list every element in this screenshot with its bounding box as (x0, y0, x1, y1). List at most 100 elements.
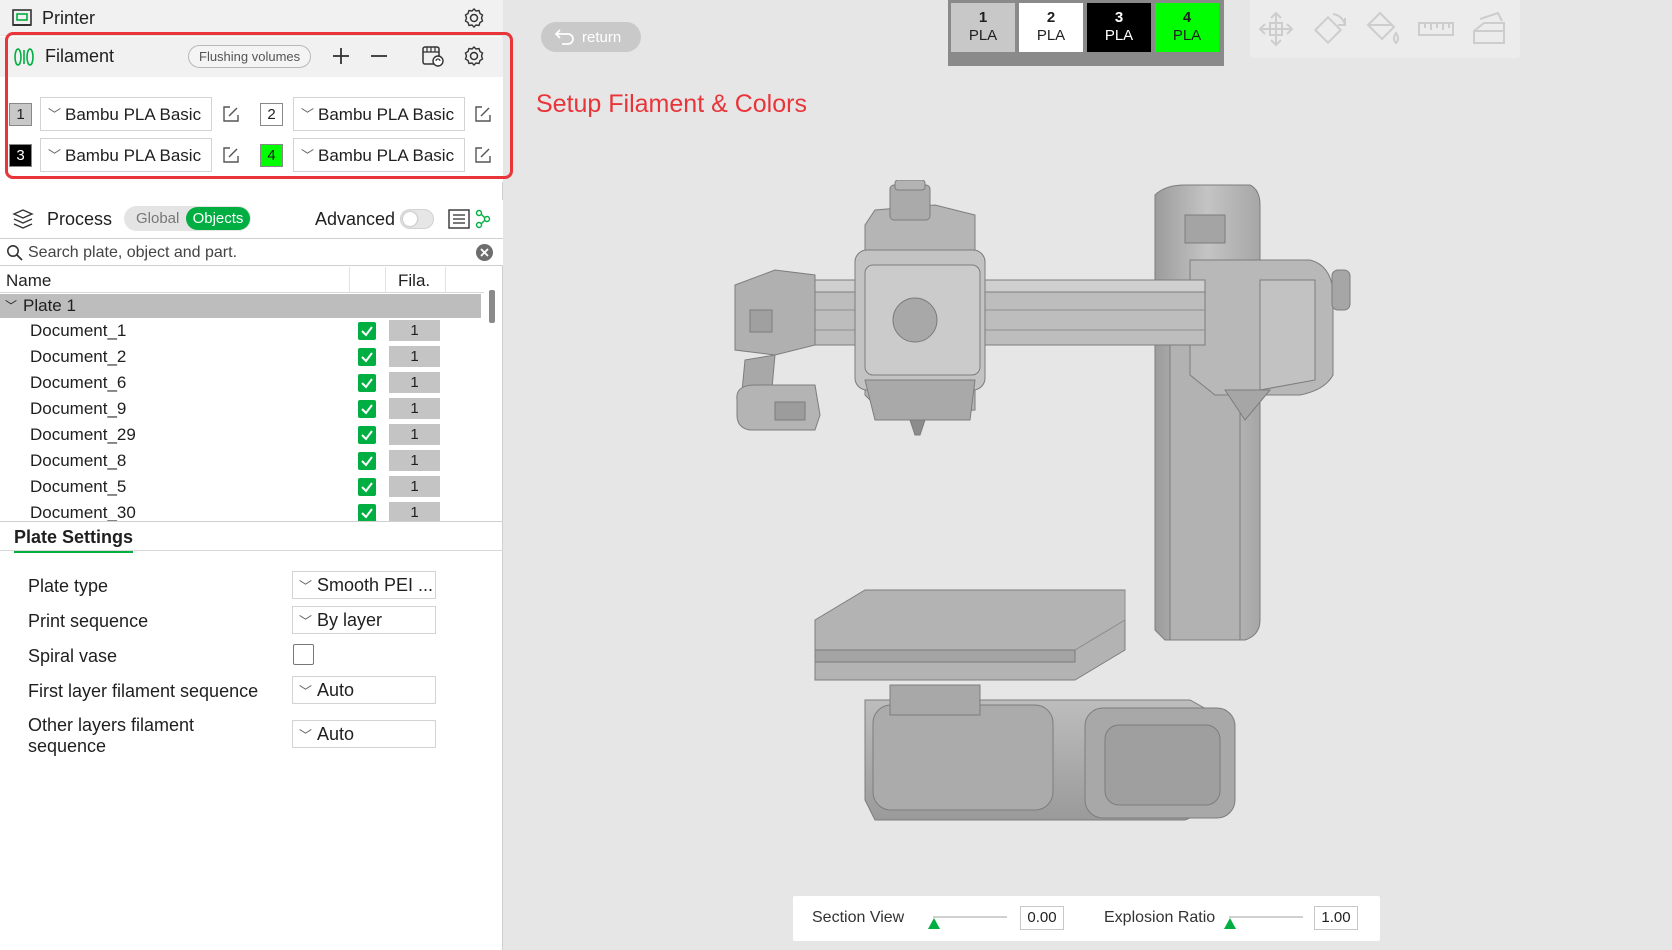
print-sequence-select[interactable]: ﹀ By layer (292, 606, 436, 634)
filament-settings-gear-icon[interactable] (463, 45, 485, 67)
paint-bucket-icon[interactable] (1362, 9, 1402, 49)
filament-slot-2-name: Bambu PLA Basic (318, 105, 455, 124)
object-name: Document_29 (30, 425, 136, 444)
explosion-ratio-slider-track[interactable] (1229, 916, 1303, 918)
add-filament-plus-icon[interactable] (331, 46, 351, 66)
table-row[interactable]: Document_29 1 (0, 422, 484, 448)
seg-global-button[interactable]: Global (136, 210, 179, 227)
move-icon[interactable] (1256, 9, 1296, 49)
object-visible-checkbox[interactable] (358, 478, 376, 496)
advanced-toggle[interactable] (400, 209, 434, 229)
sidebar: Printer Filament Flushing volumes 1 ﹀ Ba… (0, 0, 503, 950)
table-row[interactable]: Document_30 1 (0, 500, 484, 521)
filament-slot-2-select[interactable]: ﹀ Bambu PLA Basic (293, 97, 465, 131)
object-visible-checkbox[interactable] (358, 374, 376, 392)
object-visible-checkbox[interactable] (358, 426, 376, 444)
filament-slot-1-edit-icon[interactable] (221, 104, 241, 124)
object-filament-select[interactable]: 1 (389, 424, 440, 445)
section-view-slider-thumb[interactable] (928, 918, 940, 929)
swatch-2[interactable]: 2 PLA (1019, 3, 1083, 52)
check-icon (361, 326, 373, 337)
object-filament-select[interactable]: 1 (389, 320, 440, 341)
chevron-down-icon[interactable]: ﹀ (5, 297, 17, 314)
table-row[interactable]: Document_2 1 (0, 344, 484, 370)
object-filament-select[interactable]: 1 (389, 502, 440, 521)
column-divider (385, 267, 386, 293)
list-view-icon[interactable] (448, 209, 470, 229)
check-icon (361, 508, 373, 519)
annotation-text: Setup Filament & Colors (536, 90, 807, 118)
object-visible-checkbox[interactable] (358, 452, 376, 470)
object-list-scrollbar[interactable] (489, 290, 495, 323)
swatch-1-num: 1 (978, 9, 988, 26)
object-filament-select[interactable]: 1 (389, 372, 440, 393)
seg-objects-button[interactable]: Objects (186, 207, 250, 230)
section-view-value[interactable]: 0.00 (1020, 906, 1064, 930)
swatch-2-num: 2 (1046, 9, 1056, 26)
filament-slot-2-color[interactable]: 2 (260, 103, 283, 126)
section-view-slider-track[interactable] (933, 916, 1007, 918)
check-icon (361, 404, 373, 415)
filament-slot-3-color[interactable]: 3 (9, 144, 32, 167)
remove-filament-minus-icon[interactable] (369, 46, 389, 66)
filament-slot-1-color[interactable]: 1 (9, 103, 32, 126)
other-layers-sequence-select[interactable]: ﹀ Auto (292, 720, 436, 748)
swatch-3[interactable]: 3 PLA (1087, 3, 1151, 52)
plate-row[interactable]: ﹀ Plate 1 (0, 294, 481, 318)
table-row[interactable]: Document_8 1 (0, 448, 484, 474)
filament-slot-4-select[interactable]: ﹀ Bambu PLA Basic (293, 138, 465, 172)
filament-slot-3-edit-icon[interactable] (221, 145, 241, 165)
table-row[interactable]: Document_5 1 (0, 474, 484, 500)
filament-slot-4-edit-icon[interactable] (473, 145, 493, 165)
table-row[interactable]: Document_9 1 (0, 396, 484, 422)
assembly-view-icon[interactable] (1470, 9, 1510, 49)
search-input[interactable] (28, 242, 468, 263)
check-icon (361, 378, 373, 389)
printer-icon (11, 8, 33, 28)
printer-settings-gear-icon[interactable] (463, 7, 485, 29)
sync-ams-icon[interactable] (421, 44, 445, 68)
rotate-icon[interactable] (1309, 9, 1349, 49)
table-row[interactable]: Document_6 1 (0, 370, 484, 396)
explosion-ratio-value[interactable]: 1.00 (1314, 906, 1358, 930)
filament-slot-3-select[interactable]: ﹀ Bambu PLA Basic (40, 138, 212, 172)
printer-label: Printer (42, 8, 96, 28)
object-visible-checkbox[interactable] (358, 348, 376, 366)
plate-type-select[interactable]: ﹀ Smooth PEI ... (292, 571, 436, 599)
object-list: Document_1 1 Document_2 1 Document_6 1 Documen… (0, 318, 484, 521)
explosion-ratio-slider-thumb[interactable] (1224, 918, 1236, 929)
object-visible-checkbox[interactable] (358, 504, 376, 521)
filament-slot-4-color[interactable]: 4 (260, 144, 283, 167)
advanced-label: Advanced (315, 209, 396, 229)
printer-3d-model[interactable] (715, 180, 1355, 830)
object-name: Document_8 (30, 451, 127, 470)
first-layer-sequence-select[interactable]: ﹀ Auto (292, 676, 436, 704)
filament-slot-1-select[interactable]: ﹀ Bambu PLA Basic (40, 97, 212, 131)
swatch-1[interactable]: 1 PLA (951, 3, 1015, 52)
ruler-icon[interactable] (1416, 9, 1456, 49)
swatch-3-num: 3 (1114, 9, 1124, 26)
object-tree-icon[interactable] (474, 209, 492, 229)
object-filament-select[interactable]: 1 (389, 476, 440, 497)
col-fila-header[interactable]: Fila. (398, 271, 430, 291)
column-divider (445, 267, 446, 293)
view-controls-bar: Section View 0.00 Explosion Ratio 1.00 (793, 896, 1380, 941)
flushing-volumes-button[interactable]: Flushing volumes (188, 45, 312, 68)
col-name-header[interactable]: Name (6, 271, 51, 291)
printer-section-header: Printer (0, 0, 503, 36)
object-visible-checkbox[interactable] (358, 400, 376, 418)
filament-slot-2-edit-icon[interactable] (473, 104, 493, 124)
object-filament-select[interactable]: 1 (389, 398, 440, 419)
filament-slots: 1 ﹀ Bambu PLA Basic 2 ﹀ Bambu PLA Basic … (0, 77, 503, 182)
object-visible-checkbox[interactable] (358, 322, 376, 340)
return-label: return (582, 29, 622, 46)
tab-plate-settings[interactable]: Plate Settings (14, 527, 134, 553)
swatch-4[interactable]: 4 PLA (1155, 3, 1219, 52)
clear-search-icon[interactable] (475, 243, 494, 262)
spiral-vase-checkbox[interactable] (293, 644, 314, 665)
table-row[interactable]: Document_1 1 (0, 318, 484, 344)
object-name: Document_5 (30, 477, 127, 496)
object-filament-select[interactable]: 1 (389, 450, 440, 471)
object-filament-select[interactable]: 1 (389, 346, 440, 367)
return-button[interactable]: return (541, 22, 641, 52)
